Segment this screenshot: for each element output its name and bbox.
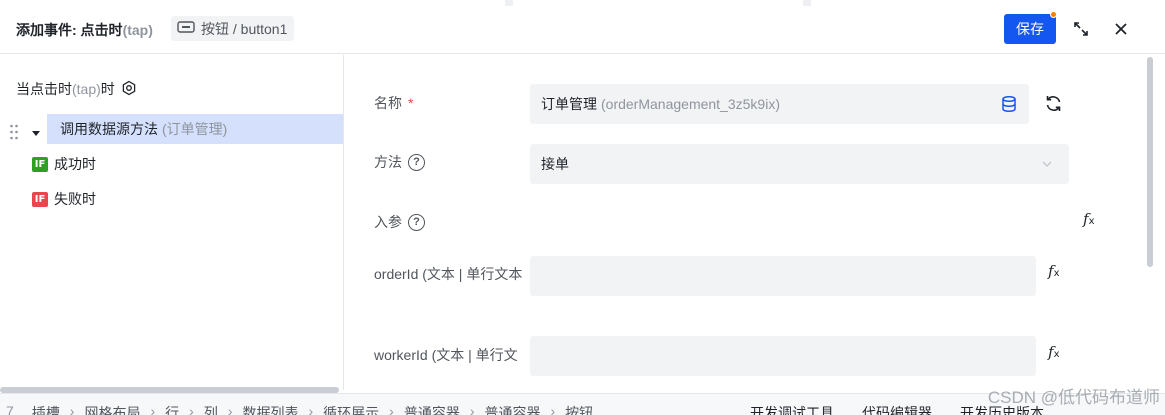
params-label: 入参 ? [374, 212, 425, 232]
caret-down-icon[interactable] [31, 125, 41, 136]
method-select[interactable]: 接单 [530, 144, 1069, 184]
chevron-down-icon [1041, 157, 1053, 173]
action-config-panel: 名称 * 订单管理 (orderManagement_3z5k9ix) 方法 ? … [345, 55, 1165, 390]
action-hint: (订单管理) [162, 121, 228, 137]
breadcrumb-separator: › [550, 403, 556, 415]
name-label-text: 名称 [374, 95, 402, 111]
help-icon[interactable]: ? [408, 153, 425, 171]
trigger-prefix: 当点击时 [16, 81, 72, 97]
formula-icon[interactable]: fx [1083, 210, 1094, 228]
param-orderid-input[interactable] [530, 256, 1036, 296]
dialog-title: 添加事件: 点击时(tap) [16, 20, 153, 40]
breadcrumb-separator: › [69, 403, 75, 415]
button-component-icon [177, 20, 195, 37]
action-label: 调用数据源方法 [60, 121, 158, 137]
if-fail-badge: IF [32, 191, 48, 207]
breadcrumb-item[interactable]: 按钮 [565, 403, 593, 415]
breadcrumb: 7 插槽 › 网格布局 › 行 › 列 › 数据列表 › 循环展示 › 普通容器 › 普通容器 › 按钮 [0, 403, 593, 415]
breadcrumb-item[interactable]: 循环展示 [323, 403, 379, 415]
breadcrumb-item[interactable]: 普通容器 [485, 403, 541, 415]
method-label: 方法 ? [374, 152, 425, 172]
param-orderid-label: orderId (文本 | 单行文本 [374, 266, 523, 282]
refresh-icon[interactable] [1044, 94, 1063, 116]
param-workerid-input[interactable] [530, 336, 1036, 376]
required-mark: * [408, 95, 414, 111]
bottom-tool-1[interactable]: 代码编辑器 [862, 403, 932, 415]
breadcrumb-separator: › [308, 403, 314, 415]
fail-label: 失败时 [54, 191, 96, 207]
target-label: 按钮 / button1 [201, 20, 288, 37]
save-button[interactable]: 保存 [1004, 14, 1056, 44]
fx-sub: x [1053, 268, 1060, 279]
event-tree-panel: 当点击时(tap)时 调用数据源方法 (订单管理) IF 成功时 IF 失败时 [0, 55, 344, 390]
breadcrumb-separator: › [150, 403, 156, 415]
method-value: 接单 [541, 156, 569, 172]
if-success-badge: IF [32, 156, 48, 172]
title-prefix: 添加事件: 点击时 [16, 22, 123, 38]
bottom-tool-0[interactable]: 开发调试工具 [750, 403, 834, 415]
target-component-tag: 按钮 / button1 [171, 16, 295, 41]
expand-icon[interactable] [1071, 19, 1091, 39]
breadcrumb-item[interactable]: 网格布局 [84, 403, 140, 415]
dialog-header: 添加事件: 点击时(tap) 按钮 / button1 保存 [0, 6, 1165, 54]
fx-sub: x [1053, 349, 1060, 360]
trigger-suffix: 时 [100, 81, 115, 97]
breadcrumb-item[interactable]: 普通容器 [404, 403, 460, 415]
breadcrumb-separator: › [389, 403, 394, 415]
param-workerid-label: workerId (文本 | 单行文 [374, 347, 518, 363]
datasource-name-value: 订单管理 [541, 96, 597, 112]
datasource-name-field[interactable]: 订单管理 (orderManagement_3z5k9ix) [530, 84, 1029, 124]
trigger-tap: (tap) [72, 81, 101, 97]
formula-icon[interactable]: fx [1048, 262, 1059, 280]
datasource-name-hint: (orderManagement_3z5k9ix) [601, 96, 780, 112]
breadcrumb-first: 7 [6, 403, 14, 415]
tree-item-success[interactable]: IF 成功时 [0, 149, 343, 179]
success-label: 成功时 [54, 156, 96, 172]
breadcrumb-separator: › [469, 403, 475, 415]
formula-icon[interactable]: fx [1048, 343, 1059, 361]
tree-item-call-datasource[interactable]: 调用数据源方法 (订单管理) [47, 114, 343, 144]
title-tap: (tap) [122, 22, 153, 38]
close-icon[interactable] [1111, 19, 1131, 39]
breadcrumb-item[interactable]: 列 [204, 403, 218, 415]
trigger-row: 当点击时(tap)时 [16, 79, 137, 99]
breadcrumb-item[interactable]: 插槽 [32, 403, 60, 415]
database-icon[interactable] [1000, 95, 1018, 116]
method-label-text: 方法 [374, 154, 402, 170]
drag-handle-icon[interactable] [9, 123, 19, 141]
breadcrumb-separator: › [189, 403, 194, 415]
settings-gear-icon[interactable] [121, 80, 137, 99]
breadcrumb-separator: › [227, 403, 233, 415]
name-label: 名称 * [374, 93, 413, 113]
params-label-text: 入参 [374, 214, 402, 230]
help-icon[interactable]: ? [408, 213, 425, 231]
vertical-scrollbar[interactable] [1147, 57, 1153, 267]
breadcrumb-item[interactable]: 行 [165, 403, 179, 415]
unsaved-dot [1050, 11, 1057, 18]
tree-item-fail[interactable]: IF 失败时 [0, 184, 343, 214]
breadcrumb-item[interactable]: 数据列表 [242, 403, 298, 415]
fx-sub: x [1088, 216, 1095, 227]
watermark: CSDN @低代码布道师 [987, 388, 1160, 407]
